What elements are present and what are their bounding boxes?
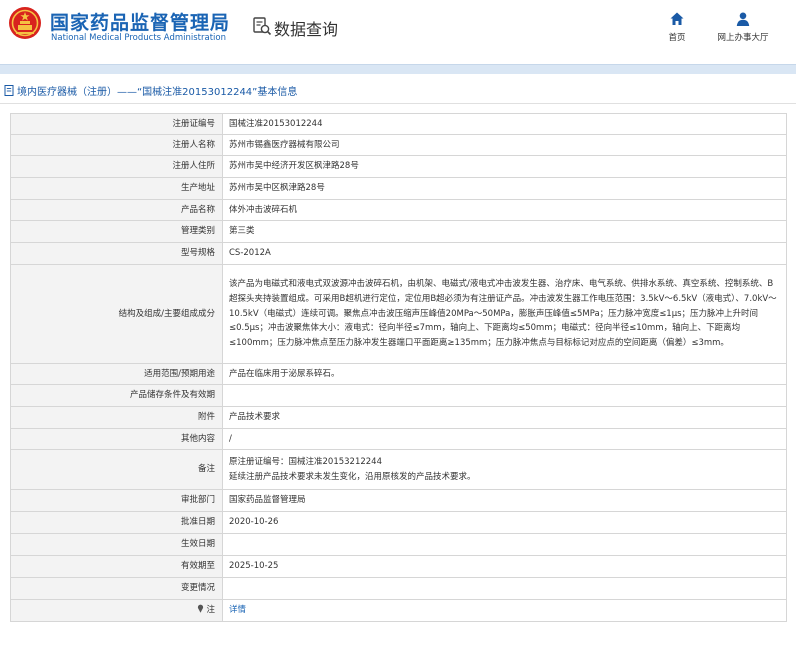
field-value: 原注册证编号：国械注准20153212244 延续注册产品技术要求未发生变化，沿… — [222, 449, 787, 490]
table-row: 型号规格 CS-2012A — [10, 242, 787, 265]
field-value: CS-2012A — [222, 242, 787, 265]
header-divider-bar — [0, 64, 796, 74]
field-label: 变更情况 — [10, 577, 223, 600]
table-row: 附件 产品技术要求 — [10, 406, 787, 429]
field-label: 注册人名称 — [10, 134, 223, 156]
table-row: 管理类别 第三类 — [10, 220, 787, 243]
field-label: 注册人住所 — [10, 155, 223, 178]
field-label: 适用范围/预期用途 — [10, 363, 223, 385]
field-value: 苏州市锡鑫医疗器械有限公司 — [222, 134, 787, 156]
table-row: 注 详情 — [10, 599, 787, 622]
table-row: 适用范围/预期用途 产品在临床用于泌尿系碎石。 — [10, 363, 787, 385]
field-label: 生产地址 — [10, 177, 223, 200]
site-title-en: National Medical Products Administration — [51, 33, 226, 43]
field-value: 苏州市吴中经济开发区枫津路28号 — [222, 155, 787, 178]
field-value: 产品在临床用于泌尿系碎石。 — [222, 363, 787, 385]
field-label: 附件 — [10, 406, 223, 429]
breadcrumb-text: 境内医疗器械（注册）——“国械注准20153012244”基本信息 — [17, 86, 298, 98]
field-label: 批准日期 — [10, 511, 223, 534]
field-value: 苏州市吴中区枫津路28号 — [222, 177, 787, 200]
user-icon — [736, 12, 750, 26]
field-label: 其他内容 — [10, 428, 223, 450]
field-value: 2025-10-25 — [222, 555, 787, 578]
field-label: 注册证编号 — [10, 113, 223, 135]
site-title-cn: 国家药品监督管理局 — [50, 12, 231, 34]
home-icon — [670, 12, 684, 25]
field-label: 有效期至 — [10, 555, 223, 578]
table-row: 变更情况 — [10, 577, 787, 600]
document-search-icon — [253, 17, 272, 36]
field-value: 该产品为电磁式和液电式双波源冲击波碎石机，由机架、电磁式/液电式冲击波发生器、治… — [222, 264, 787, 364]
table-row: 批准日期 2020-10-26 — [10, 511, 787, 534]
field-value: 体外冲击波碎石机 — [222, 199, 787, 221]
field-label: 产品名称 — [10, 199, 223, 221]
remark-line: 原注册证编号：国械注准20153212244 — [229, 456, 382, 467]
table-row: 注册人住所 苏州市吴中经济开发区枫津路28号 — [10, 155, 787, 178]
table-row: 产品储存条件及有效期 — [10, 384, 787, 407]
field-value — [222, 384, 787, 407]
field-label: 生效日期 — [10, 533, 223, 556]
field-value: 产品技术要求 — [222, 406, 787, 429]
table-row: 产品名称 体外冲击波碎石机 — [10, 199, 787, 221]
field-value: 详情 — [222, 599, 787, 622]
table-row: 注册证编号 国械注准20153012244 — [10, 113, 787, 135]
emblem-logo-icon — [9, 7, 41, 39]
data-query-title: 数据查询 — [274, 20, 339, 39]
registration-info-table: 注册证编号 国械注准20153012244 注册人名称 苏州市锡鑫医疗器械有限公… — [10, 113, 787, 622]
field-value: 2020-10-26 — [222, 511, 787, 534]
details-link[interactable]: 详情 — [229, 605, 246, 615]
nav-online-office-label: 网上办事大厅 — [717, 33, 769, 43]
note-label: 注 — [206, 605, 215, 615]
table-row: 有效期至 2025-10-25 — [10, 555, 787, 578]
field-value: 国家药品监督管理局 — [222, 489, 787, 512]
field-label: 型号规格 — [10, 242, 223, 265]
remark-line: 延续注册产品技术要求未发生变化，沿用原核发的产品技术要求。 — [229, 471, 476, 482]
nav-online-office-button[interactable]: 网上办事大厅 — [708, 11, 778, 43]
site-header: 国家药品监督管理局 National Medical Products Admi… — [0, 0, 796, 56]
breadcrumb: 境内医疗器械（注册）——“国械注准20153012244”基本信息 — [4, 81, 297, 99]
field-label: 管理类别 — [10, 220, 223, 243]
field-value: 国械注准20153012244 — [222, 113, 787, 135]
table-row: 其他内容 / — [10, 428, 787, 450]
breadcrumb-divider — [0, 103, 796, 104]
table-row: 备注 原注册证编号：国械注准20153212244 延续注册产品技术要求未发生变… — [10, 449, 787, 490]
table-row: 注册人名称 苏州市锡鑫医疗器械有限公司 — [10, 134, 787, 156]
field-value — [222, 533, 787, 556]
field-label: 备注 — [10, 449, 223, 490]
nav-home-button[interactable]: 首页 — [660, 11, 694, 43]
table-row: 生效日期 — [10, 533, 787, 556]
document-icon — [4, 84, 14, 96]
field-value: / — [222, 428, 787, 450]
field-value — [222, 577, 787, 600]
field-label: 产品储存条件及有效期 — [10, 384, 223, 407]
table-row: 结构及组成/主要组成成分 该产品为电磁式和液电式双波源冲击波碎石机，由机架、电磁… — [10, 264, 787, 364]
nav-home-label: 首页 — [668, 33, 686, 43]
field-label: 审批部门 — [10, 489, 223, 512]
field-label: 结构及组成/主要组成成分 — [10, 264, 223, 364]
field-label: 注 — [10, 599, 223, 622]
pin-icon — [197, 604, 203, 613]
table-row: 审批部门 国家药品监督管理局 — [10, 489, 787, 512]
field-value: 第三类 — [222, 220, 787, 243]
table-row: 生产地址 苏州市吴中区枫津路28号 — [10, 177, 787, 200]
